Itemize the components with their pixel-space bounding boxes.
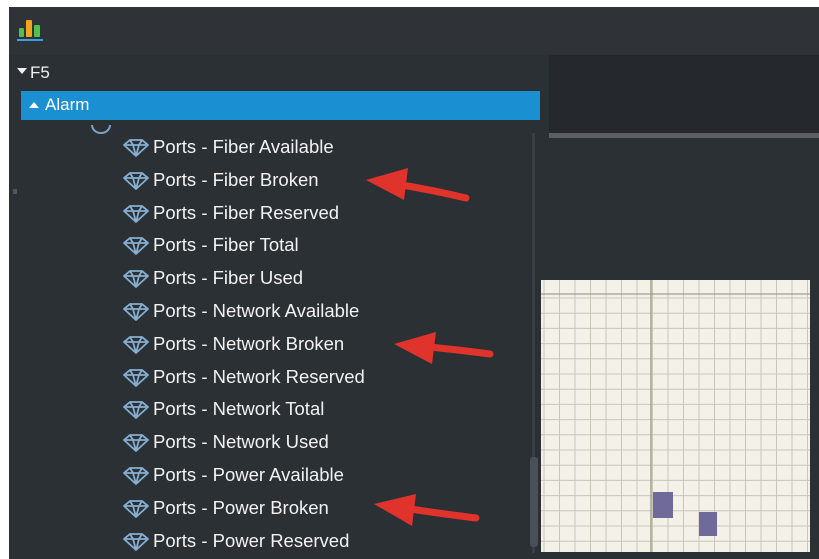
gem-icon <box>123 237 149 255</box>
tree-item[interactable]: Ports - Network Total <box>117 393 517 425</box>
resize-grip[interactable] <box>13 189 17 194</box>
gem-icon <box>123 434 149 452</box>
sidebar-tree-panel: F5 Alarm Ports - Fiber Available Ports -… <box>9 55 550 559</box>
gem-icon <box>123 500 149 518</box>
gem-icon <box>123 172 149 190</box>
tree-item-label: Ports - Network Total <box>153 398 325 419</box>
tree-item-label: Ports - Network Broken <box>153 333 345 354</box>
gem-icon <box>123 270 149 288</box>
tree-node-label: F5 <box>30 63 50 82</box>
tree-item-label: Ports - Network Reserved <box>153 366 365 387</box>
gem-icon <box>123 205 149 223</box>
grid-cell-block <box>699 512 717 536</box>
tree-item[interactable]: Ports - Power Available <box>117 459 517 491</box>
grid-lines <box>541 280 810 552</box>
tree-item[interactable]: Ports - Fiber Used <box>117 262 517 294</box>
gem-icon <box>123 336 149 354</box>
tree-item-label: Ports - Power Available <box>153 464 344 485</box>
tree-item-label: Ports - Fiber Broken <box>153 169 319 190</box>
annotation-arrow <box>394 332 494 364</box>
annotation-arrow <box>366 168 470 202</box>
toolbar <box>9 7 819 55</box>
tree-item[interactable]: Ports - Network Available <box>117 295 517 327</box>
tree-node-label: Alarm <box>45 95 90 114</box>
gem-icon <box>123 401 149 419</box>
scrollbar-thumb[interactable] <box>530 457 538 547</box>
gem-icon <box>123 533 149 551</box>
gem-icon <box>123 369 149 387</box>
tree-item-label: Ports - Network Available <box>153 300 360 321</box>
tree-item-label: Ports - Fiber Reserved <box>153 202 340 223</box>
tree-item-label: Ports - Network Used <box>153 431 329 452</box>
gem-icon <box>123 467 149 485</box>
tree-item-label: Ports - Power Reserved <box>153 530 350 551</box>
grid-preview[interactable] <box>541 280 810 552</box>
splitter-bar[interactable] <box>549 133 819 138</box>
tree-scrollbar[interactable] <box>527 127 541 559</box>
annotation-arrow <box>374 494 480 526</box>
grid-cell-block <box>653 492 673 518</box>
bar-chart-icon[interactable] <box>17 13 45 43</box>
tree-item-label: Ports - Fiber Available <box>153 136 334 157</box>
caret-down-icon[interactable] <box>17 68 27 74</box>
collapsed-parent-icon <box>89 125 115 137</box>
tree-node-f5[interactable]: F5 <box>9 61 540 85</box>
caret-up-icon[interactable] <box>29 102 39 108</box>
gem-icon <box>123 139 149 157</box>
gem-icon <box>123 303 149 321</box>
tree-item-label: Ports - Power Broken <box>153 497 329 518</box>
tree-node-alarm-selected[interactable]: Alarm <box>21 91 550 120</box>
tree-item-label: Ports - Fiber Used <box>153 267 304 288</box>
tree-item[interactable]: Ports - Network Used <box>117 426 517 458</box>
content-header <box>549 55 819 133</box>
tree-item[interactable]: Ports - Fiber Total <box>117 229 517 261</box>
tree-item-label: Ports - Fiber Total <box>153 234 299 255</box>
tree-item[interactable]: Ports - Fiber Available <box>117 131 517 163</box>
